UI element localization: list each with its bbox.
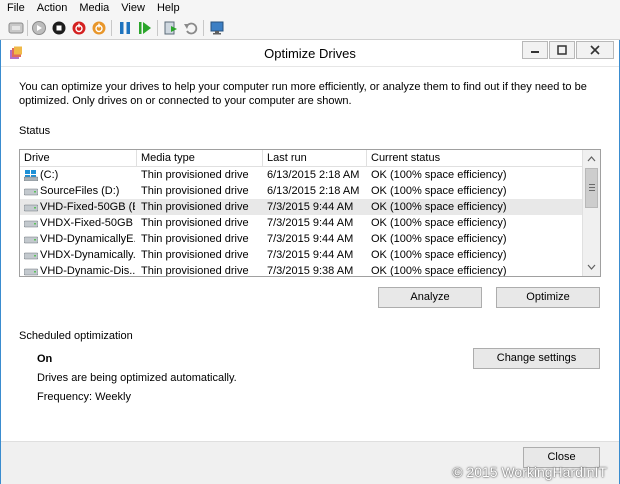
pause-icon[interactable] [117, 20, 133, 36]
scroll-grip [589, 184, 595, 185]
toolbar-separator [203, 20, 204, 36]
toolbar-separator [111, 20, 112, 36]
drive-icon [24, 250, 38, 261]
media-type: Thin provisioned drive [141, 233, 249, 245]
intro-text: You can optimize your drives to help you… [19, 81, 587, 107]
status-section-label: Status [19, 125, 51, 137]
drive-row-vhd-dynamic-dis[interactable]: VHD-Dynamic-Dis... Thin provisioned driv… [20, 263, 582, 277]
shut-down-icon[interactable] [71, 20, 87, 36]
column-header-media-type[interactable]: Media type [137, 150, 263, 167]
drives-list-scrollbar[interactable] [582, 150, 600, 276]
last-run: 7/3/2015 9:38 AM [267, 265, 354, 277]
change-settings-button[interactable]: Change settings [473, 348, 600, 369]
analyze-button[interactable]: Analyze [378, 287, 482, 308]
drive-icon [24, 234, 38, 245]
drive-name: VHDX-Dynamically... [40, 249, 135, 261]
drive-row-vhdx-fixed[interactable]: VHDX-Fixed-50GB ... Thin provisioned dri… [20, 215, 582, 231]
drive-name: VHD-DynamicallyE... [40, 233, 135, 245]
schedule-description: Drives are being optimized automatically… [37, 372, 237, 384]
scheduled-optimization-label: Scheduled optimization [19, 330, 133, 342]
drive-name: VHDX-Fixed-50GB ... [40, 217, 135, 229]
current-status: OK (100% space efficiency) [371, 249, 507, 261]
dialog-footer: Close © 2015 WorkingHardInIT [1, 441, 619, 484]
media-type: Thin provisioned drive [141, 217, 249, 229]
save-state-icon[interactable] [91, 20, 107, 36]
drive-row-c[interactable]: (C:) Thin provisioned drive 6/13/2015 2:… [20, 167, 582, 183]
host-toolbar [0, 16, 620, 40]
resume-icon[interactable] [137, 20, 153, 36]
drives-list-header: Drive Media type Last run Current status [20, 150, 582, 167]
drive-name: VHD-Dynamic-Dis... [40, 265, 135, 277]
last-run: 7/3/2015 9:44 AM [267, 249, 354, 261]
column-header-last-run[interactable]: Last run [263, 150, 367, 167]
current-status: OK (100% space efficiency) [371, 185, 507, 197]
scroll-down-button[interactable] [583, 259, 600, 275]
last-run: 7/3/2015 9:44 AM [267, 217, 354, 229]
column-header-current-status[interactable]: Current status [367, 150, 582, 167]
media-type: Thin provisioned drive [141, 169, 249, 181]
share-icon[interactable] [209, 20, 225, 36]
start-icon[interactable] [31, 20, 47, 36]
watermark: © 2015 WorkingHardInIT [452, 464, 607, 480]
ctrl-alt-del-icon[interactable] [8, 20, 24, 36]
last-run: 7/3/2015 9:44 AM [267, 233, 354, 245]
minimize-button[interactable] [522, 41, 548, 59]
media-type: Thin provisioned drive [141, 249, 249, 261]
drive-name: (C:) [40, 169, 59, 181]
drive-name: VHD-Fixed-50GB (E:) [40, 201, 135, 213]
drives-list[interactable]: Drive Media type Last run Current status… [19, 149, 601, 277]
menu-action[interactable]: Action [31, 0, 74, 16]
drive-name: SourceFiles (D:) [40, 185, 120, 197]
media-type: Thin provisioned drive [141, 201, 249, 213]
turn-off-icon[interactable] [51, 20, 67, 36]
host-menu-bar: File Action Media View Help [0, 0, 620, 16]
maximize-button[interactable] [549, 41, 575, 59]
drive-icon [24, 202, 38, 213]
drive-row-e[interactable]: VHD-Fixed-50GB (E:) Thin provisioned dri… [20, 199, 582, 215]
drive-row-d[interactable]: SourceFiles (D:) Thin provisioned drive … [20, 183, 582, 199]
current-status: OK (100% space efficiency) [371, 169, 507, 181]
media-type: Thin provisioned drive [141, 265, 249, 277]
scroll-grip [589, 190, 595, 191]
drive-row-vhd-dynamically[interactable]: VHD-DynamicallyE... Thin provisioned dri… [20, 231, 582, 247]
title-bar: Optimize Drives [1, 40, 619, 67]
current-status: OK (100% space efficiency) [371, 217, 507, 229]
optimize-button[interactable]: Optimize [496, 287, 600, 308]
menu-file[interactable]: File [0, 0, 31, 16]
drives-list-body: (C:) Thin provisioned drive 6/13/2015 2:… [20, 167, 582, 277]
drive-icon [24, 218, 38, 229]
current-status: OK (100% space efficiency) [371, 233, 507, 245]
last-run: 7/3/2015 9:44 AM [267, 201, 354, 213]
windows-drive-icon [24, 170, 38, 181]
close-window-button[interactable] [576, 41, 614, 59]
optimize-drives-window: Optimize Drives You can optimize your dr… [0, 40, 620, 484]
menu-media[interactable]: Media [73, 0, 115, 16]
last-run: 6/13/2015 2:18 AM [267, 169, 360, 181]
revert-icon[interactable] [183, 20, 199, 36]
dialog-body: You can optimize your drives to help you… [1, 67, 619, 441]
checkpoint-icon[interactable] [163, 20, 179, 36]
scroll-thumb[interactable] [585, 168, 598, 208]
menu-view[interactable]: View [115, 0, 151, 16]
scroll-up-button[interactable] [583, 151, 600, 167]
schedule-frequency: Frequency: Weekly [37, 391, 131, 403]
drive-icon [24, 186, 38, 197]
toolbar-separator [157, 20, 158, 36]
menu-help[interactable]: Help [151, 0, 186, 16]
scroll-grip [589, 187, 595, 188]
schedule-state: On [37, 353, 53, 365]
drive-icon [24, 266, 38, 276]
current-status: OK (100% space efficiency) [371, 201, 507, 213]
last-run: 6/13/2015 2:18 AM [267, 185, 360, 197]
drive-row-vhdx-dynamically[interactable]: VHDX-Dynamically... Thin provisioned dri… [20, 247, 582, 263]
media-type: Thin provisioned drive [141, 185, 249, 197]
column-header-drive[interactable]: Drive [20, 150, 137, 167]
toolbar-separator [27, 20, 28, 36]
current-status: OK (100% space efficiency) [371, 265, 507, 277]
